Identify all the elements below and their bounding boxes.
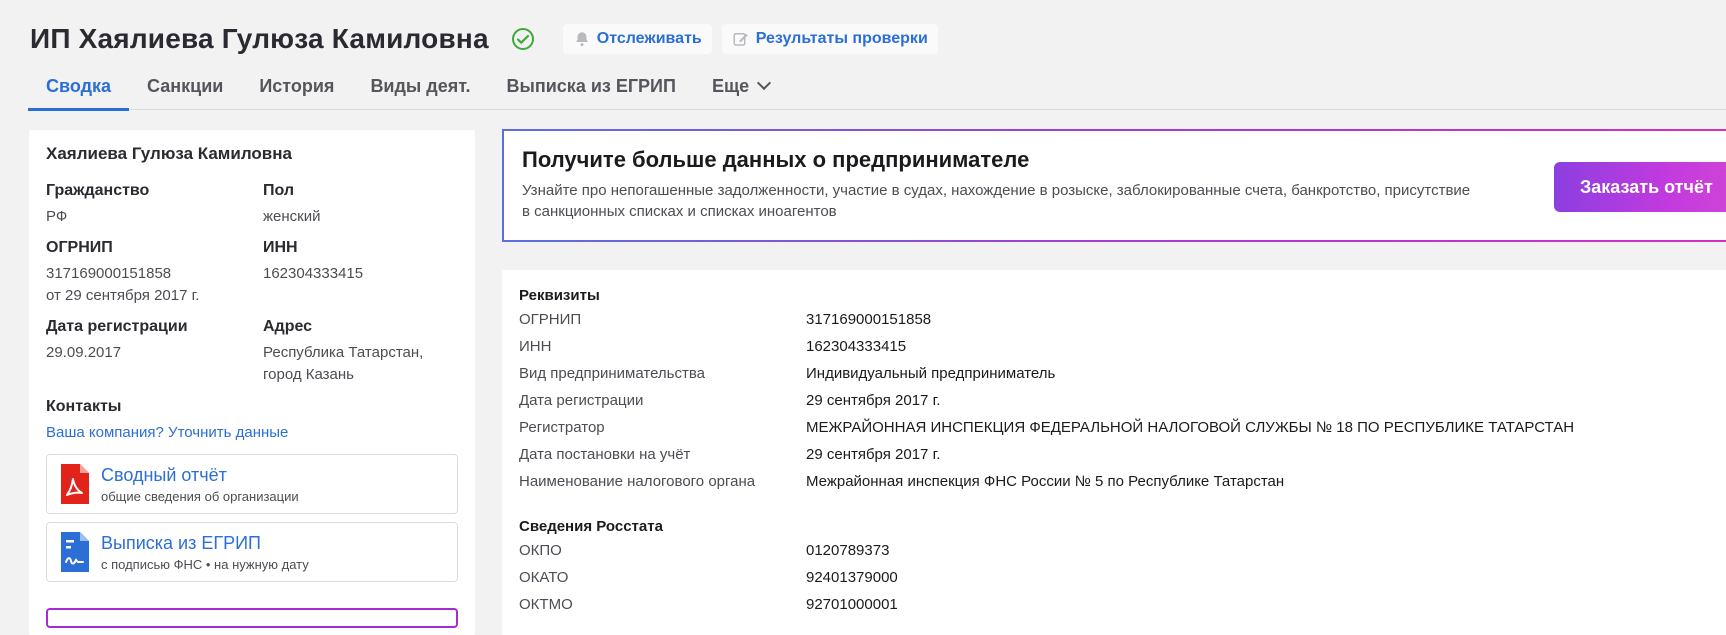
summary-fields: Гражданство РФ Пол женский ОГРНИП 317169…: [46, 181, 459, 386]
inn-value: 162304333415: [263, 265, 364, 282]
table-row: ОКПО 0120789373: [519, 537, 1726, 564]
row-value: Индивидуальный предприниматель: [806, 365, 1056, 382]
edit-icon: [733, 33, 748, 46]
tab-bar: Сводка Санкции История Виды деят. Выписк…: [28, 68, 1726, 111]
row-key: ИНН: [519, 338, 552, 355]
promo-banner: Получите больше данных о предпринимателе…: [502, 129, 1726, 242]
summary-card: Хаялиева Гулюза Камиловна Гражданство РФ…: [29, 130, 475, 635]
reg-date-value: 29.09.2017: [46, 344, 122, 361]
table-row: ИНН 162304333415: [519, 333, 1726, 360]
row-key: Наименование налогового органа: [519, 473, 756, 490]
promo-title: Получите больше данных о предпринимателе: [522, 147, 1030, 172]
reg-date-label: Дата регистрации: [46, 318, 188, 335]
row-key: ОКАТО: [519, 569, 569, 586]
ogrnip-number: 317169000151858: [46, 265, 172, 282]
row-value: 29 сентября 2017 г.: [806, 392, 941, 409]
pdf-icon: [61, 464, 89, 504]
row-value: 317169000151858: [806, 311, 932, 328]
tab-summary[interactable]: Сводка: [28, 68, 130, 111]
track-label: Отслеживать: [596, 30, 702, 47]
tab-more[interactable]: Еще: [694, 68, 787, 110]
tab-activities[interactable]: Виды деят.: [352, 68, 488, 110]
check-results-label: Результаты проверки: [755, 30, 928, 47]
ogrnip-date: от 29 сентября 2017 г.: [46, 287, 200, 304]
table-row: Наименование налогового органа Межрайонна…: [519, 468, 1726, 495]
order-report-button[interactable]: Заказать отчёт: [1554, 162, 1726, 212]
row-key: ОКПО: [519, 542, 562, 559]
clarify-data-link[interactable]: Ваша компания? Уточнить данные: [46, 424, 459, 441]
tab-history[interactable]: История: [241, 68, 352, 110]
sex-label: Пол: [263, 182, 295, 199]
row-key: Вид предпринимательства: [519, 365, 705, 382]
table-row: Дата регистрации 29 сентября 2017 г.: [519, 387, 1726, 414]
tab-egrip-extract[interactable]: Выписка из ЕГРИП: [488, 68, 693, 110]
check-results-button[interactable]: Результаты проверки: [721, 24, 938, 54]
table-row: Дата постановки на учёт 29 сентября 2017 …: [519, 441, 1726, 468]
row-value: 92401379000: [806, 569, 898, 586]
egrip-extract-card[interactable]: Выписка из ЕГРИП с подписью ФНС • на нуж…: [46, 522, 458, 582]
address-value: Республика Татарстан, город Казань: [263, 344, 424, 383]
row-key: ОГРНИП: [519, 311, 582, 328]
address-label: Адрес: [263, 318, 313, 335]
row-key: Дата регистрации: [519, 392, 644, 409]
row-value: Межрайонная инспекция ФНС России № 5 по …: [806, 473, 1285, 490]
row-key: Дата постановки на учёт: [519, 446, 691, 463]
egrip-extract-subtitle: с подписью ФНС • на нужную дату: [101, 556, 309, 572]
chevron-down-icon: [757, 75, 772, 91]
sex-value: женский: [263, 208, 321, 225]
citizenship-label: Гражданство: [46, 182, 150, 199]
row-value: 0120789373: [806, 542, 890, 559]
row-value: 92701000001: [806, 596, 898, 613]
row-key: Регистратор: [519, 419, 605, 436]
details-panel: Реквизиты ОГРНИП 317169000151858 ИНН 16230…: [502, 270, 1726, 635]
table-row: ОГРНИП 317169000151858: [519, 306, 1726, 333]
track-button[interactable]: Отслеживать: [562, 24, 712, 54]
verified-check-icon: [511, 28, 534, 50]
promo-text: Узнайте про непогашенные задолженности, …: [522, 182, 1471, 220]
requisites-title: Реквизиты: [519, 287, 600, 304]
row-key: ОКТМО: [519, 596, 573, 613]
tab-sanctions[interactable]: Санкции: [129, 68, 241, 110]
table-row: Регистратор МЕЖРАЙОННАЯ ИНСПЕКЦИЯ ФЕДЕРАЛ…: [519, 414, 1726, 441]
bell-icon: [575, 32, 588, 47]
inn-label: ИНН: [263, 239, 298, 256]
table-row: ОКТМО 92701000001: [519, 591, 1726, 618]
tab-more-label: Еще: [711, 76, 750, 96]
citizenship-value: РФ: [46, 208, 68, 225]
person-name: Хаялиева Гулюза Камиловна: [46, 144, 292, 163]
promo-card-edge[interactable]: [46, 608, 458, 628]
page-title: ИП Хаялиева Гулюза Камиловна: [30, 23, 489, 54]
document-signature-icon: [61, 532, 89, 572]
row-value: МЕЖРАЙОННАЯ ИНСПЕКЦИЯ ФЕДЕРАЛЬНОЙ НАЛОГО…: [806, 419, 1575, 436]
page-header: ИП Хаялиева Гулюза Камиловна Отслеживать…: [30, 20, 938, 58]
summary-report-card[interactable]: Сводный отчёт общие сведения об организа…: [46, 454, 458, 514]
table-row: Вид предпринимательства Индивидуальный пр…: [519, 360, 1726, 387]
egrip-extract-title: Выписка из ЕГРИП: [101, 532, 261, 553]
ogrnip-value: 317169000151858 от 29 сентября 2017 г.: [46, 263, 263, 307]
contacts-label: Контакты: [46, 398, 122, 415]
rosstat-title: Сведения Росстата: [519, 518, 663, 535]
row-value: 162304333415: [806, 338, 907, 355]
summary-report-title: Сводный отчёт: [101, 464, 227, 485]
summary-report-subtitle: общие сведения об организации: [101, 488, 299, 504]
table-row: ОКАТО 92401379000: [519, 564, 1726, 591]
row-value: 29 сентября 2017 г.: [806, 446, 941, 463]
ogrnip-label: ОГРНИП: [46, 239, 113, 256]
